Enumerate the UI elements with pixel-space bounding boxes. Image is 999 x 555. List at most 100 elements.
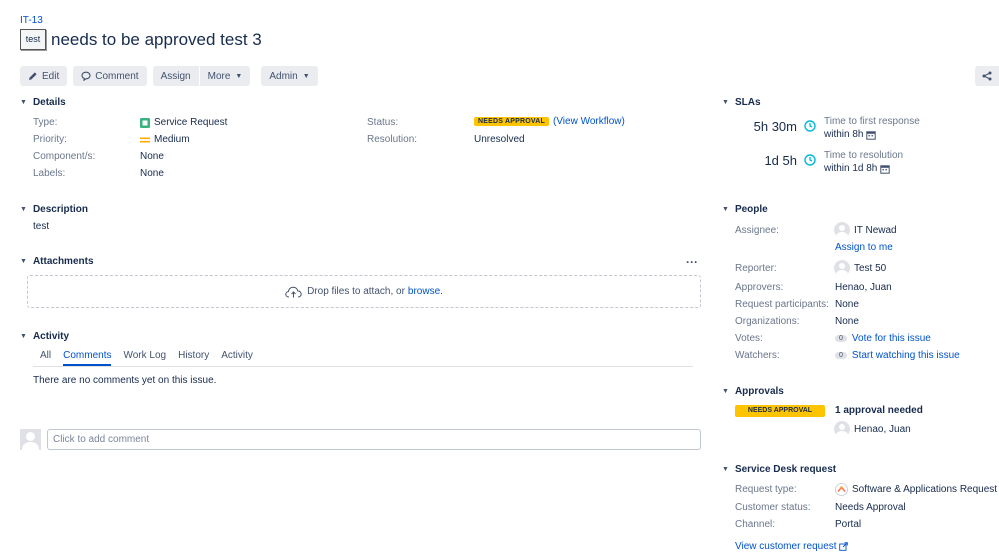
chevron-down-icon: ▼ xyxy=(722,206,729,213)
assignee-label: Assignee: xyxy=(735,225,779,236)
assign-to-me-link[interactable]: Assign to me xyxy=(835,242,893,253)
description-section-toggle[interactable]: ▼ Description xyxy=(20,204,88,215)
reporter-label: Reporter: xyxy=(735,263,777,274)
view-workflow-link[interactable]: (View Workflow) xyxy=(553,116,625,127)
dropzone-text: Drop files to attach, or xyxy=(307,286,405,297)
customer-status-value: Needs Approval xyxy=(835,502,906,513)
more-label: More xyxy=(207,70,231,82)
customer-status-label: Customer status: xyxy=(735,502,811,513)
share-button[interactable] xyxy=(975,66,999,86)
chevron-down-icon: ▼ xyxy=(302,72,310,80)
assignee-value: IT Newad xyxy=(834,222,897,238)
sla-first-response-goal: within 8h xyxy=(824,129,864,140)
sla-resolution-info: Time to resolution within 1d 8h xyxy=(824,149,903,175)
admin-button[interactable]: Admin ▼ xyxy=(261,66,318,86)
activity-section-toggle[interactable]: ▼ Activity xyxy=(20,331,69,342)
pencil-icon xyxy=(29,72,37,80)
status-label: Status: xyxy=(367,117,399,128)
comment-button[interactable]: Comment xyxy=(73,66,147,86)
issue-type-icon: test xyxy=(20,29,46,50)
sla-first-response-time: 5h 30m xyxy=(753,119,797,134)
vote-link[interactable]: Vote for this issue xyxy=(852,333,931,344)
chevron-down-icon: ▼ xyxy=(722,99,729,106)
clock-icon xyxy=(804,154,816,166)
sla-resolution-name: Time to resolution xyxy=(824,150,904,161)
type-label: Type: xyxy=(33,117,58,128)
sla-first-response-name: Time to first response xyxy=(824,116,920,127)
approvers-value: Henao, Juan xyxy=(835,282,892,293)
chevron-down-icon: ▼ xyxy=(20,258,27,265)
approver-entry: Henao, Juan xyxy=(834,421,911,437)
votes-value: 0 Vote for this issue xyxy=(835,333,931,344)
watch-link[interactable]: Start watching this issue xyxy=(852,350,960,361)
details-section-toggle[interactable]: ▼ Details xyxy=(20,97,66,108)
attachment-dropzone[interactable]: Drop files to attach, or browse. xyxy=(27,275,701,308)
tab-comments[interactable]: Comments xyxy=(63,350,112,366)
tab-history[interactable]: History xyxy=(178,350,209,366)
labels-value: None xyxy=(140,168,164,179)
details-heading: Details xyxy=(32,97,66,108)
external-link-icon xyxy=(838,542,848,551)
service-desk-section-toggle[interactable]: ▼ Service Desk request xyxy=(722,464,836,475)
avatar xyxy=(834,222,850,238)
people-heading: People xyxy=(734,204,768,215)
people-section-toggle[interactable]: ▼ People xyxy=(722,204,768,215)
software-request-icon xyxy=(835,483,848,496)
description-text[interactable]: test xyxy=(33,221,49,232)
activity-tabs: All Comments Work Log History Activity xyxy=(40,350,265,366)
chevron-down-icon: ▼ xyxy=(722,388,729,395)
labels-label: Labels: xyxy=(33,168,66,179)
chevron-down-icon: ▼ xyxy=(20,333,27,340)
components-value: None xyxy=(140,151,164,162)
view-customer-request-link[interactable]: View customer request xyxy=(735,541,848,552)
resolution-label: Resolution: xyxy=(367,134,418,145)
participants-label: Request participants: xyxy=(735,299,829,310)
add-comment-input[interactable]: Click to add comment xyxy=(47,429,701,450)
chevron-down-icon: ▼ xyxy=(235,72,243,80)
request-type-value: Software & Applications Request xyxy=(835,483,997,496)
activity-heading: Activity xyxy=(32,331,70,342)
approval-status-lozenge: NEEDS APPROVAL xyxy=(735,405,825,417)
issue-title[interactable]: needs to be approved test 3 xyxy=(51,30,262,50)
status-lozenge: NEEDS APPROVAL xyxy=(474,117,549,126)
share-icon xyxy=(982,71,992,81)
votes-count-badge: 0 xyxy=(835,335,847,342)
service-desk-heading: Service Desk request xyxy=(734,464,837,475)
slas-section-toggle[interactable]: ▼ SLAs xyxy=(722,97,761,108)
assign-button[interactable]: Assign xyxy=(152,66,199,86)
clock-icon xyxy=(804,120,816,132)
edit-button[interactable]: Edit xyxy=(20,66,68,86)
sla-resolution-time: 1d 5h xyxy=(764,153,797,168)
organizations-label: Organizations: xyxy=(735,316,800,327)
approvals-heading: Approvals xyxy=(734,386,784,397)
more-button[interactable]: More ▼ xyxy=(199,66,251,86)
approvals-needed: 1 approval needed xyxy=(835,405,923,416)
channel-label: Channel: xyxy=(735,519,776,530)
watchers-count-badge: 0 xyxy=(835,352,847,359)
tabs-divider xyxy=(33,366,693,367)
tab-work-log[interactable]: Work Log xyxy=(123,350,166,366)
organizations-value: None xyxy=(835,316,859,327)
participants-value: None xyxy=(835,299,859,310)
attachments-more-icon[interactable]: ··· xyxy=(686,255,698,269)
tab-activity[interactable]: Activity xyxy=(221,350,253,366)
browse-link[interactable]: browse. xyxy=(408,286,443,297)
attachments-section-toggle[interactable]: ▼ Attachments xyxy=(20,256,94,267)
chevron-down-icon: ▼ xyxy=(20,206,27,213)
chevron-down-icon: ▼ xyxy=(20,99,27,106)
votes-label: Votes: xyxy=(735,333,763,344)
approvers-label: Approvers: xyxy=(735,282,784,293)
edit-label: Edit xyxy=(42,70,60,82)
components-label: Component/s: xyxy=(33,151,96,162)
approvals-section-toggle[interactable]: ▼ Approvals xyxy=(722,386,784,397)
issue-key-link[interactable]: IT-13 xyxy=(20,15,43,26)
comment-icon xyxy=(81,71,91,81)
avatar xyxy=(834,260,850,276)
tab-all[interactable]: All xyxy=(40,350,51,366)
assign-label: Assign xyxy=(160,70,191,82)
watchers-value: 0 Start watching this issue xyxy=(835,350,960,361)
sla-first-response-info: Time to first response within 8h xyxy=(824,115,920,141)
watchers-label: Watchers: xyxy=(735,350,780,361)
medium-priority-icon xyxy=(140,137,150,142)
calendar-icon xyxy=(880,164,891,174)
